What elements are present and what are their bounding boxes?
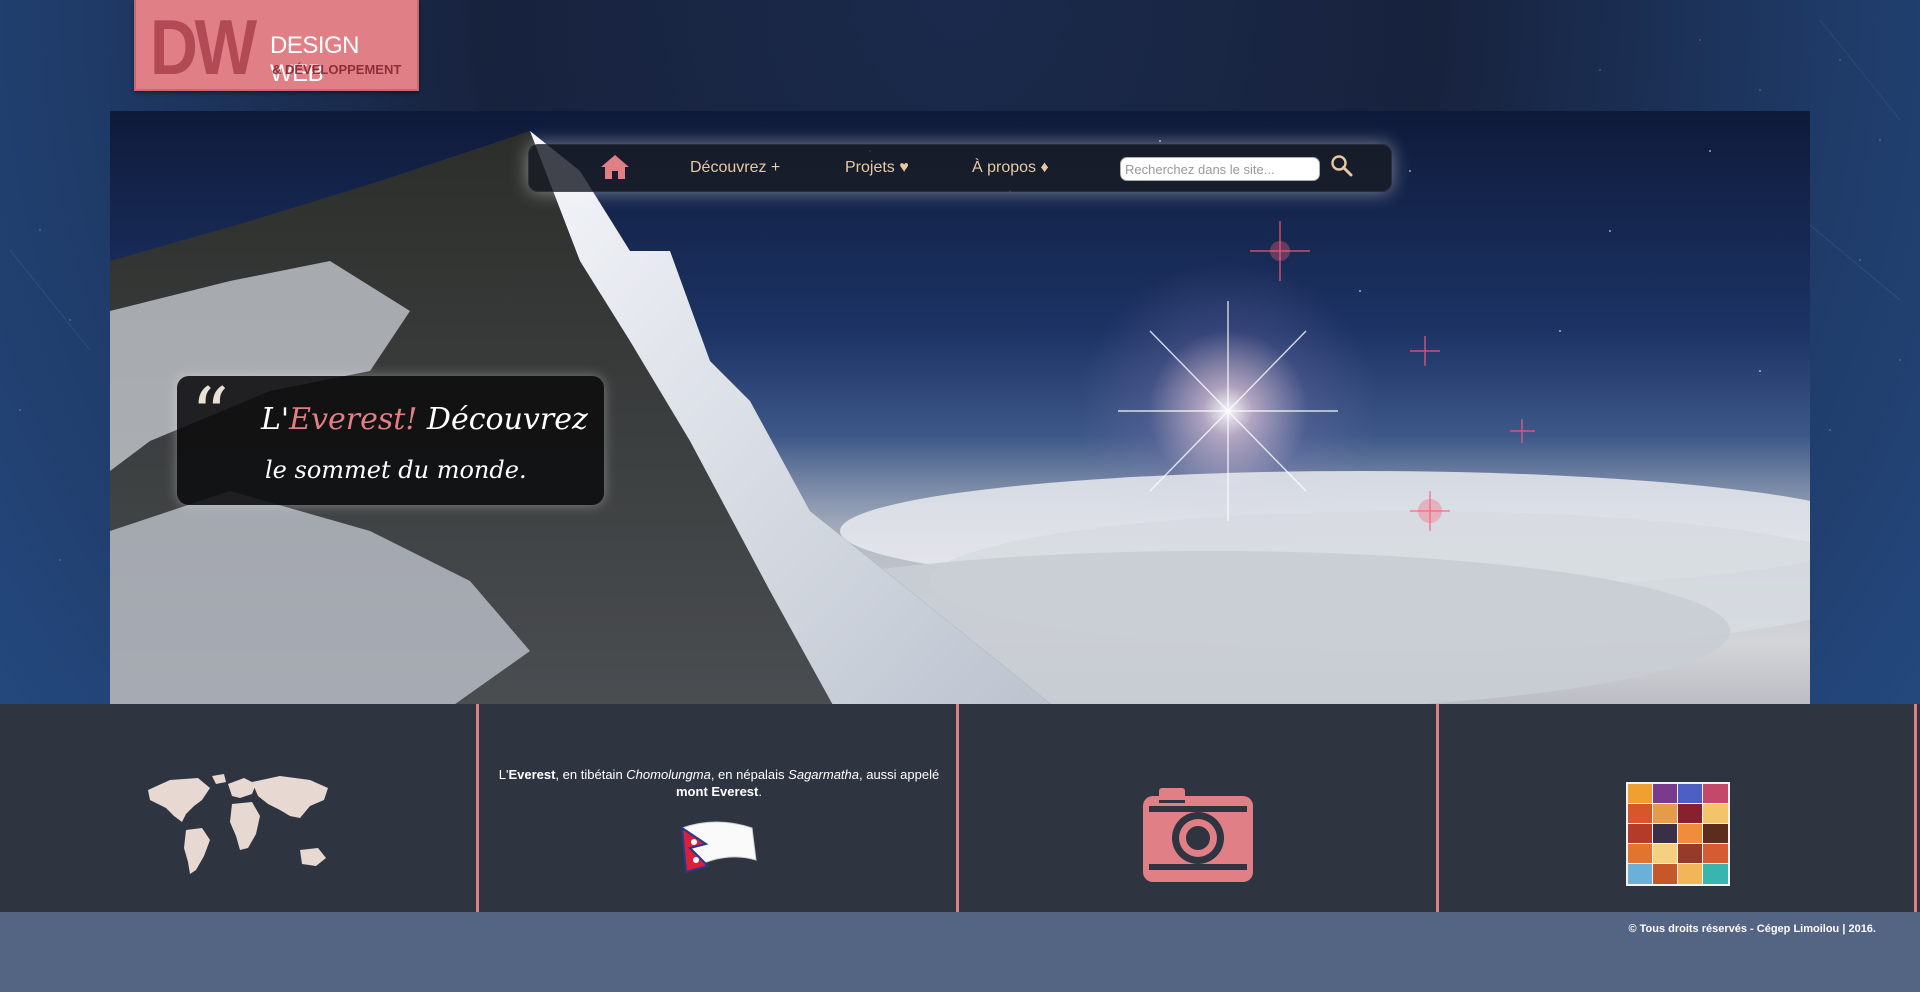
world-map-icon[interactable] bbox=[140, 770, 336, 882]
column-divider bbox=[956, 704, 959, 912]
quote-accent: Everest! bbox=[289, 402, 418, 437]
everest-description: L'Everest, en tibétain Chomolungma, en n… bbox=[498, 767, 940, 799]
search-input[interactable] bbox=[1120, 157, 1320, 181]
nepal-flag-icon[interactable] bbox=[676, 814, 760, 878]
search-icon[interactable] bbox=[1330, 154, 1354, 178]
copyright-text: © Tous droits réservés - Cégep Limoilou … bbox=[1628, 923, 1876, 935]
site-logo[interactable]: DW DESIGN WEB & DÉVELOPPEMENT bbox=[134, 0, 419, 91]
main-nav: Découvrez + Projets ♥ À propos ♦ bbox=[528, 144, 1392, 192]
nav-item-projets[interactable]: Projets ♥ bbox=[845, 159, 909, 177]
column-divider bbox=[476, 704, 479, 912]
quote-line-1: L'Everest! Découvrez bbox=[261, 402, 588, 437]
home-icon[interactable] bbox=[600, 154, 630, 180]
photo-gallery-icon[interactable] bbox=[1626, 782, 1730, 886]
site-footer: © Tous droits réservés - Cégep Limoilou … bbox=[0, 912, 1920, 992]
quote-mark-icon: “ bbox=[191, 372, 229, 458]
nav-item-apropos[interactable]: À propos ♦ bbox=[972, 159, 1049, 177]
logo-initials: DW bbox=[150, 3, 257, 91]
column-divider bbox=[1436, 704, 1439, 912]
camera-icon[interactable] bbox=[1141, 786, 1255, 884]
hero-quote: “ L'Everest! Découvrez le sommet du mond… bbox=[177, 376, 604, 505]
column-divider bbox=[1914, 704, 1917, 912]
logo-title: DESIGN WEB bbox=[270, 32, 360, 87]
logo-subtitle: & DÉVELOPPEMENT bbox=[272, 62, 402, 77]
quote-line-2: le sommet du monde. bbox=[265, 456, 527, 484]
nav-item-decouvrez[interactable]: Découvrez + bbox=[690, 159, 780, 177]
